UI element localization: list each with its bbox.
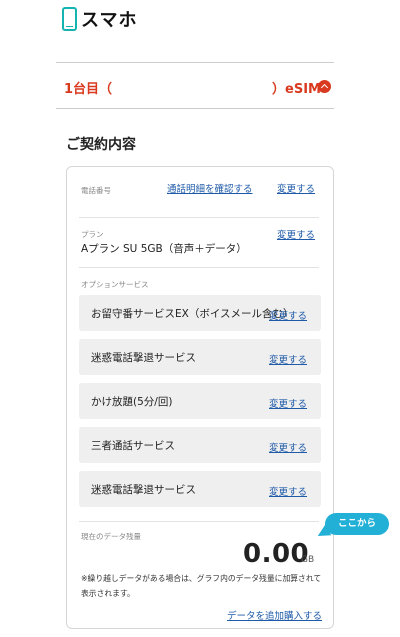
divider [79,267,319,268]
divider [56,108,334,109]
option-name: 迷惑電話撃退サービス [91,352,196,364]
option-item: お留守番サービスEX（ボイスメール含む） 変更する [79,295,321,331]
line-close-paren: ） [272,82,286,97]
phone-row: 電話番号 通話明細を確認する 変更する [81,181,321,197]
phone-change-link[interactable]: 変更する [277,181,315,195]
plan-change-link[interactable]: 変更する [277,227,315,241]
line-type: eSIM [285,82,321,97]
option-item: 迷惑電話撃退サービス 変更する [79,471,321,507]
carryover-note: ※繰り越しデータがある場合は、グラフ内のデータ残量に加算されて表示されます。 [81,574,322,598]
plan-value: Aプラン SU 5GB（音声＋データ） [81,243,247,255]
divider [79,521,319,522]
divider [56,62,334,63]
divider [79,217,319,218]
options-label: オプションサービス [81,280,149,289]
option-name: 迷惑電話撃退サービス [91,484,196,496]
option-name: かけ放題(5分/回) [91,396,173,408]
page-title: スマホ [81,10,138,31]
line-label: 1台目（ [64,82,113,97]
option-item: 三者通話サービス 変更する [79,427,321,463]
plan-label: プラン [81,230,104,239]
option-item: かけ放題(5分/回) 変更する [79,383,321,419]
option-change-link[interactable]: 変更する [269,352,307,366]
option-name: お留守番サービスEX（ボイスメール含む） [91,308,294,320]
data-remaining-value: 0.00 [243,539,310,569]
line-type-label: ）eSIM [272,78,321,97]
contract-card: 電話番号 通話明細を確認する 変更する プラン 変更する Aプラン SU 5GB… [66,166,389,629]
data-remaining-unit: GB [301,555,315,565]
section-title: ご契約内容 [66,137,136,153]
call-detail-link[interactable]: 通話明細を確認する [167,181,253,195]
phone-label: 電話番号 [81,186,111,195]
option-change-link[interactable]: 変更する [269,308,307,322]
header: スマホ [62,6,137,32]
option-item: 迷惑電話撃退サービス 変更する [79,339,321,375]
option-name: 三者通話サービス [91,440,175,452]
option-change-link[interactable]: 変更する [269,396,307,410]
option-change-link[interactable]: 変更する [269,440,307,454]
callout-bubble: ここから [325,513,389,535]
smartphone-icon [62,7,77,31]
chevron-up-icon[interactable] [318,80,331,93]
plan-row: プラン 変更する Aプラン SU 5GB（音声＋データ） [81,225,321,257]
option-change-link[interactable]: 変更する [269,484,307,498]
buy-data-link[interactable]: データを追加購入する [227,608,322,622]
line-accordion-header[interactable]: 1台目（ ）eSIM [56,66,334,106]
data-remaining-label: 現在のデータ残量 [81,532,141,541]
